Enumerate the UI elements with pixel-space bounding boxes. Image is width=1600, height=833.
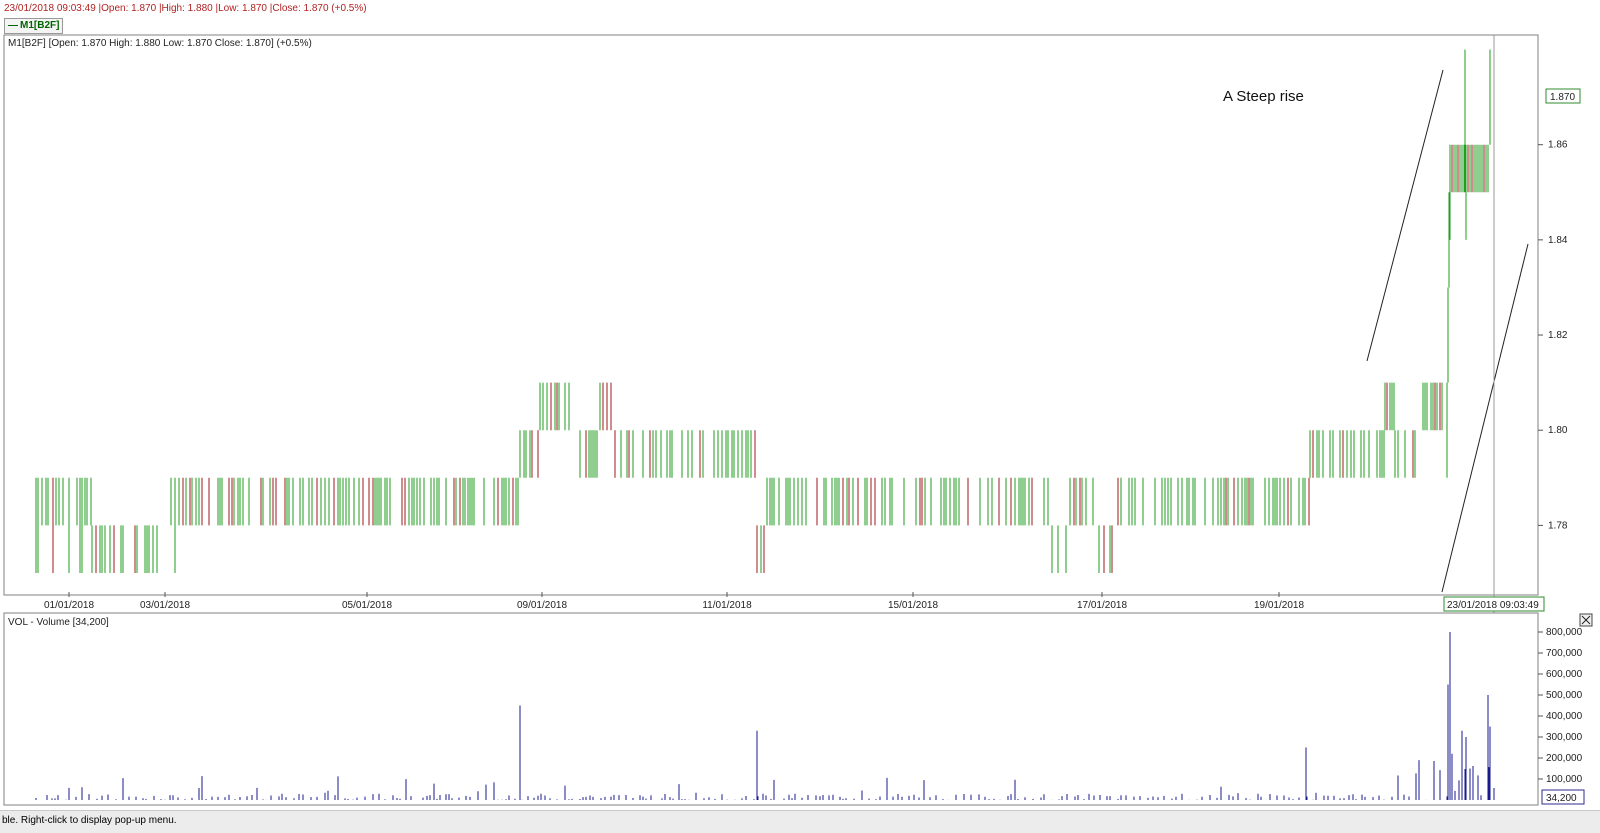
price-tick-label: 1.86 xyxy=(1548,140,1568,151)
x-tick-label: 19/01/2018 xyxy=(1254,600,1304,611)
volume-tick-label: 200,000 xyxy=(1546,753,1583,764)
close-icon[interactable] xyxy=(1579,613,1593,627)
annotation-steep-rise: A Steep rise xyxy=(1223,88,1304,105)
last-volume-tag: 34,200 xyxy=(1541,789,1585,805)
x-tick-label: 09/01/2018 xyxy=(517,600,567,611)
x-tick-label: 05/01/2018 xyxy=(342,600,392,611)
chart-canvas[interactable]: 1.78 1.80 1.82 1.84 1.86 01/01/2018 03/01/201… xyxy=(0,0,1600,810)
crosshair-time-label: 23/01/2018 09:03:49 xyxy=(1447,600,1539,611)
status-bar: ble. Right-click to display pop-up menu. xyxy=(0,810,1600,833)
price-tick-label: 1.84 xyxy=(1548,235,1568,246)
x-tick-label: 17/01/2018 xyxy=(1077,600,1127,611)
crosshair-time-tag: 23/01/2018 09:03:49 xyxy=(1443,596,1545,612)
volume-tick-label: 400,000 xyxy=(1546,711,1583,722)
last-price-label: 1.870 xyxy=(1550,92,1575,103)
x-tick-label: 03/01/2018 xyxy=(140,600,190,611)
x-tick-label: 15/01/2018 xyxy=(888,600,938,611)
volume-tick-label: 100,000 xyxy=(1546,774,1583,785)
volume-tick-label: 800,000 xyxy=(1546,627,1583,638)
price-tick-label: 1.80 xyxy=(1548,425,1568,436)
price-caption: M1[B2F] [Open: 1.870 High: 1.880 Low: 1.… xyxy=(8,38,312,49)
last-volume-label: 34,200 xyxy=(1546,793,1577,804)
volume-panel-frame xyxy=(3,612,1539,806)
volume-tick-label: 300,000 xyxy=(1546,732,1583,743)
x-tick-label: 01/01/2018 xyxy=(44,600,94,611)
price-tick-label: 1.78 xyxy=(1548,520,1568,531)
volume-tick-label: 600,000 xyxy=(1546,669,1583,680)
last-price-tag: 1.870 xyxy=(1545,88,1581,104)
volume-tick-label: 700,000 xyxy=(1546,648,1583,659)
volume-caption: VOL - Volume [34,200] xyxy=(8,617,109,628)
volume-tick-label: 500,000 xyxy=(1546,690,1583,701)
price-tick-label: 1.82 xyxy=(1548,330,1568,341)
x-tick-label: 11/01/2018 xyxy=(702,600,752,611)
